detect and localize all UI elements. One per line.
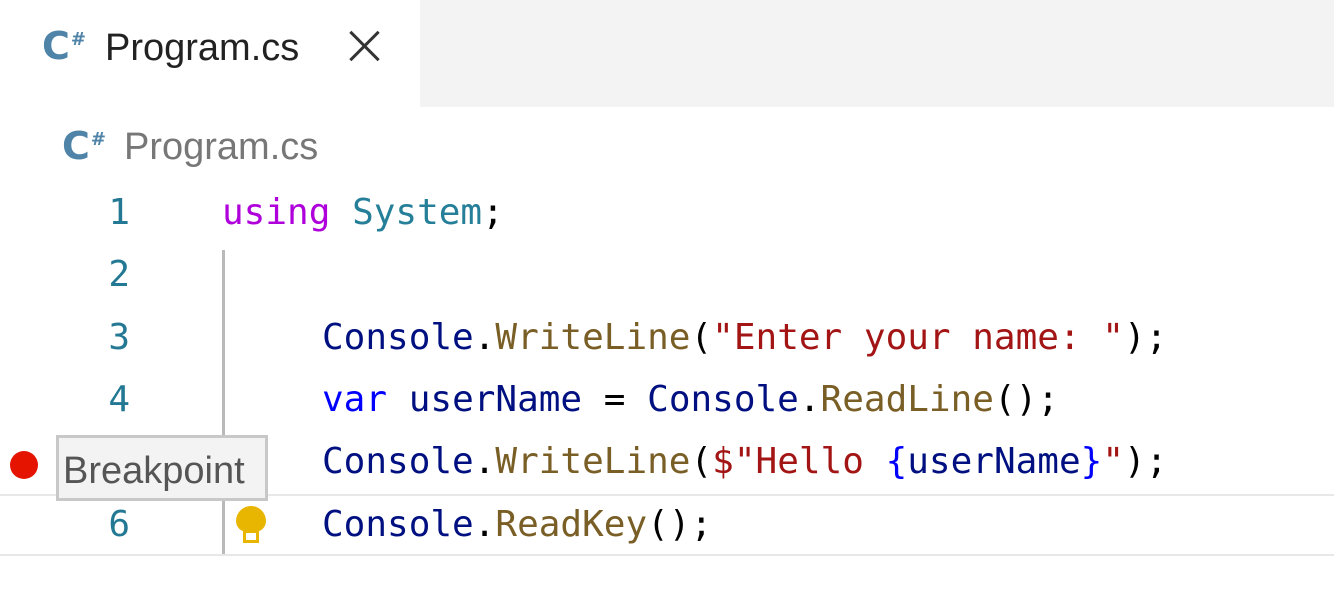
code-text[interactable]: var userName = Console.ReadLine(); — [322, 379, 1059, 420]
code-line[interactable]: 2 — [0, 246, 1334, 308]
code-text[interactable]: using System; — [222, 192, 504, 233]
code-token: var — [322, 379, 388, 420]
code-token: userName — [907, 441, 1081, 482]
code-token: " — [1102, 441, 1125, 482]
code-token: Console — [322, 441, 474, 482]
code-token: = — [582, 379, 648, 420]
code-token: (); — [647, 504, 713, 545]
code-token: ; — [482, 192, 504, 233]
code-token: ); — [1124, 441, 1168, 482]
csharp-file-icon: C# — [42, 24, 86, 68]
code-token: . — [473, 441, 496, 482]
line-number: 3 — [108, 317, 130, 358]
code-line[interactable]: 3 Console.WriteLine("Enter your name: ")… — [0, 309, 1334, 371]
code-text[interactable]: Console.ReadKey(); — [322, 504, 712, 545]
code-token: ReadKey — [495, 504, 648, 545]
code-token: WriteLine — [495, 441, 691, 482]
code-token: . — [473, 504, 496, 545]
code-token: ( — [690, 441, 713, 482]
code-token: userName — [408, 379, 583, 420]
code-token: . — [473, 317, 496, 358]
code-token: System — [352, 192, 483, 233]
breadcrumb-label: Program.cs — [124, 126, 319, 168]
code-text[interactable]: Console.WriteLine($"Hello {userName}"); — [322, 441, 1167, 482]
code-line[interactable]: 4 var userName = Console.ReadLine(); — [0, 371, 1334, 433]
breakpoint-tooltip: Breakpoint — [56, 435, 268, 501]
code-token: Console — [647, 379, 799, 420]
code-line[interactable]: 1 using System; — [0, 184, 1334, 246]
line-number: 2 — [108, 254, 130, 295]
code-token: WriteLine — [495, 317, 691, 358]
code-token: (); — [993, 379, 1059, 420]
line-number: 4 — [108, 379, 130, 420]
close-icon[interactable] — [347, 28, 383, 64]
code-token: { — [885, 441, 908, 482]
breakpoint-icon[interactable] — [10, 451, 38, 479]
tab-program-cs[interactable]: C# Program.cs — [0, 0, 420, 107]
code-token: "Enter your name: " — [712, 317, 1124, 358]
code-token: ( — [690, 317, 713, 358]
code-line-current[interactable]: 6 Console.ReadKey(); — [0, 494, 1334, 556]
code-token: ReadLine — [820, 379, 994, 420]
line-number: 6 — [108, 504, 130, 545]
code-token: using — [222, 192, 331, 233]
code-token: Console — [322, 317, 474, 358]
line-number: 1 — [108, 192, 130, 233]
code-token: . — [798, 379, 821, 420]
code-text[interactable]: Console.WriteLine("Enter your name: "); — [322, 317, 1167, 358]
tab-title: Program.cs — [105, 27, 300, 69]
code-token: ); — [1123, 317, 1168, 358]
tab-bar: C# Program.cs — [0, 0, 1334, 107]
code-token: $"Hello — [712, 441, 886, 482]
csharp-file-icon: C# — [62, 124, 106, 168]
code-token: } — [1080, 441, 1103, 482]
lightbulb-icon[interactable] — [234, 506, 268, 546]
code-token: Console — [322, 504, 474, 545]
